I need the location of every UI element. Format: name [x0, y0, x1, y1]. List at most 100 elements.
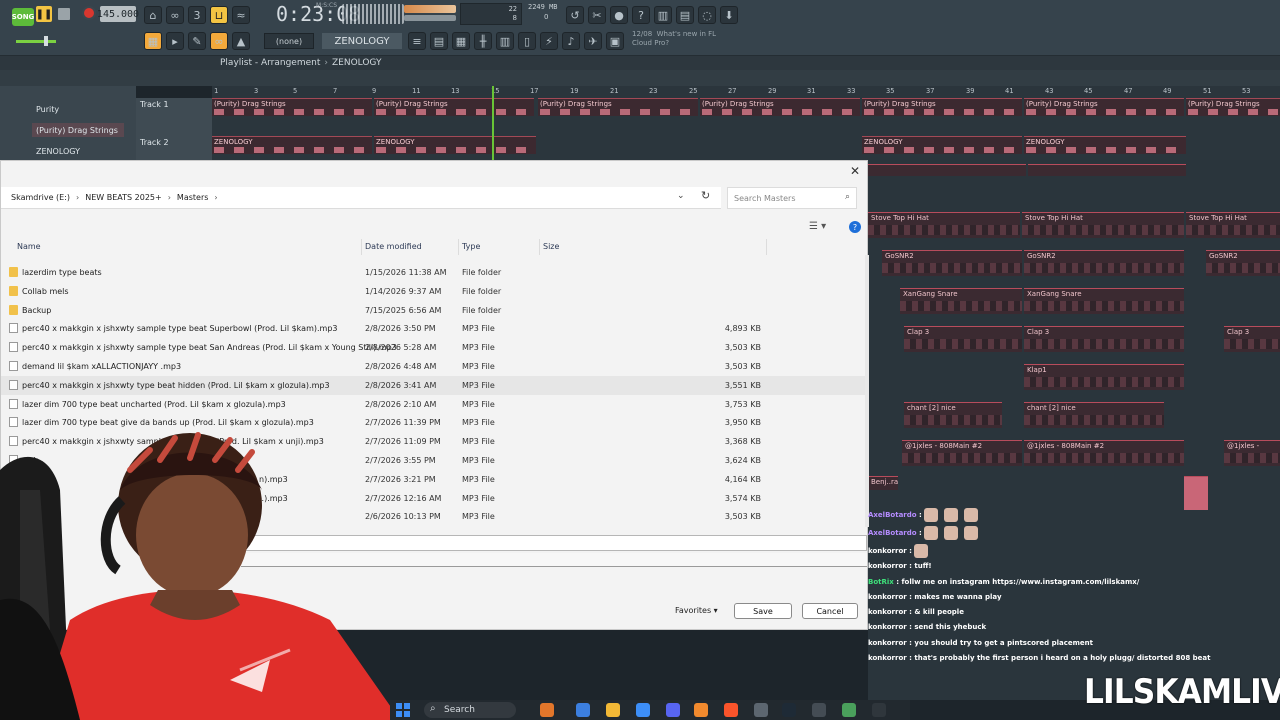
file-explorer-icon[interactable] [606, 703, 620, 717]
clip-klap1[interactable]: Klap1 [1024, 364, 1184, 390]
chat-username[interactable]: konkorror [868, 593, 907, 601]
clip-hihat[interactable]: Stove Top Hi Hat [1022, 212, 1184, 238]
brave-icon[interactable] [724, 703, 738, 717]
timeline-ruler[interactable]: 1 3 5 7 9 11 13 15 17 19 21 23 25 27 29 31 33 35 37 39 41 43 4… [212, 86, 1280, 98]
mic-icon[interactable]: ● [610, 6, 628, 24]
search-input[interactable]: Search Masters ⌕ [727, 187, 857, 209]
clip-808main[interactable]: @1jxles - 808Main #2 [902, 440, 1022, 466]
track-1-label[interactable]: Track 1 [140, 100, 169, 109]
clip-808main[interactable]: @1jxles - [1224, 440, 1280, 466]
settings-icon[interactable] [754, 703, 768, 717]
clip-drag-strings[interactable]: (Purity) Drag Strings [1024, 98, 1184, 116]
clip-zenology-lower[interactable] [868, 164, 1026, 176]
cut-icon[interactable]: ✂ [588, 6, 606, 24]
tune-icon[interactable]: ♪ [562, 32, 580, 50]
view-options-icon[interactable]: ☰ ▾ [809, 221, 826, 232]
chat-username[interactable]: konkorror [868, 639, 907, 647]
stop-button[interactable] [58, 8, 70, 20]
wait-icon[interactable]: ∞ [166, 6, 184, 24]
fl-studio-icon[interactable] [694, 703, 708, 717]
playhead[interactable] [492, 86, 494, 164]
app-icon[interactable] [872, 703, 886, 717]
chat-username[interactable]: konkorror [868, 623, 907, 631]
undo-icon[interactable]: ↺ [566, 6, 584, 24]
pencil-icon[interactable]: ✎ [188, 32, 206, 50]
play-button[interactable]: ❚❚ [36, 6, 52, 22]
file-row[interactable]: perc40 x makkgin x jshxwty sample type b… [1, 338, 865, 357]
clip-audio[interactable] [1184, 476, 1208, 510]
column-size[interactable]: Size [543, 242, 559, 251]
news-panel[interactable]: 12/08 What's new in FL Cloud Pro? [632, 30, 732, 48]
app-icon[interactable] [842, 703, 856, 717]
clip-drag-strings[interactable]: (Purity) Drag Strings [538, 98, 698, 116]
picker-item-zenology[interactable]: ZENOLOGY [32, 144, 124, 158]
file-row[interactable]: lazerdim type beats 1/15/2026 11:38 AM Fil… [1, 263, 865, 282]
clip-gosnr2[interactable]: GoSNR2 [882, 250, 1022, 276]
windows-start-icon[interactable] [396, 703, 410, 717]
file-row[interactable]: Collab mels 1/14/2026 9:37 AM File folder [1, 282, 865, 301]
clip-zenology-lower[interactable] [1028, 164, 1186, 176]
file-row[interactable]: Backup 7/15/2025 6:56 AM File folder [1, 301, 865, 320]
arrow-icon[interactable]: ▸ [166, 32, 184, 50]
browser-icon[interactable]: ▣ [606, 32, 624, 50]
track-2-label[interactable]: Track 2 [140, 138, 169, 147]
address-bar[interactable]: Skamdrive (E:) › NEW BEATS 2025+ › Maste… [1, 187, 721, 209]
metronome-icon[interactable]: ⌂ [144, 6, 162, 24]
column-date[interactable]: Date modified [365, 242, 422, 251]
plug-icon[interactable]: ⚡ [540, 32, 558, 50]
piano-roll-icon[interactable]: ▤ [430, 32, 448, 50]
playlist-tracks[interactable]: (Purity) Drag Strings (Purity) Drag Stri… [212, 98, 1280, 160]
chat-username[interactable]: BotRix [868, 578, 894, 586]
clip-drag-strings[interactable]: (Purity) Drag Strings [700, 98, 860, 116]
clip-clap3[interactable]: Clap 3 [904, 326, 1022, 352]
clip-drag-strings[interactable]: (Purity) Drag Strings [212, 98, 372, 116]
chat-username[interactable]: konkorror [868, 654, 907, 662]
breadcrumb-current[interactable]: Masters [177, 193, 209, 202]
file-list-scrollbar[interactable] [865, 255, 869, 527]
chat-username[interactable]: konkorror [868, 562, 907, 570]
typing-keyboard-icon[interactable]: ▦ [144, 32, 162, 50]
playlist-icon[interactable]: ≡ [408, 32, 426, 50]
file-row[interactable]: lazer dim 700 type beat uncharted (Prod.… [1, 395, 865, 414]
step-edit-icon[interactable]: ≈ [232, 6, 250, 24]
clip-drag-strings[interactable]: (Purity) Drag Strings [374, 98, 534, 116]
steam-icon[interactable] [782, 703, 796, 717]
discord-icon[interactable] [666, 703, 680, 717]
clip-hihat[interactable]: Stove Top Hi Hat [1186, 212, 1280, 238]
file-row[interactable]: demand lil $kam xALLACTIONJAYY .mp3 2/8/2… [1, 357, 865, 376]
record-button[interactable] [82, 6, 96, 20]
app-icon[interactable] [540, 703, 554, 717]
copilot-icon[interactable] [576, 703, 590, 717]
tempo-display[interactable]: 145.000 [97, 6, 139, 22]
close-icon[interactable]: ✕ [847, 163, 863, 179]
song-mode-toggle[interactable]: SONG [12, 8, 34, 26]
master-volume-knob[interactable] [44, 36, 48, 46]
save-button[interactable]: Save [734, 603, 792, 619]
clip-clap3[interactable]: Clap 3 [1224, 326, 1280, 352]
help-icon[interactable]: ? [632, 6, 650, 24]
download-icon[interactable]: ⬇ [720, 6, 738, 24]
file-icon[interactable]: ▯ [518, 32, 536, 50]
chat-icon[interactable]: ◌ [698, 6, 716, 24]
clip-drag-strings[interactable]: (Purity) Drag Strings [862, 98, 1022, 116]
clip-clap3[interactable]: Clap 3 [1024, 326, 1184, 352]
clip-drag-strings[interactable]: (Purity) Drag Strings [1186, 98, 1280, 116]
taskbar-search[interactable]: ⌕ Search [424, 702, 516, 718]
grid-icon[interactable]: ▦ [452, 32, 470, 50]
column-type[interactable]: Type [462, 242, 480, 251]
clip-chant[interactable]: chant [2] nice [904, 402, 1002, 428]
mixer-view-icon[interactable]: ╫ [474, 32, 492, 50]
countdown-icon[interactable]: 3 [188, 6, 206, 24]
chat-username[interactable]: konkorror [868, 547, 907, 555]
clip-xangang-snare[interactable]: XanGang Snare [1024, 288, 1184, 314]
project-name[interactable]: ZENOLOGY [322, 33, 402, 49]
clip-chant[interactable]: chant [2] nice [1024, 402, 1164, 428]
pattern-selector[interactable]: (none) [264, 33, 314, 49]
help-icon[interactable]: ? [849, 221, 861, 233]
mixer-icon[interactable]: ▥ [654, 6, 672, 24]
picker-item-drag-strings[interactable]: (Purity) Drag Strings [32, 123, 124, 137]
clip-xangang-snare[interactable]: XanGang Snare [900, 288, 1022, 314]
clip-zenology[interactable]: ZENOLOGY [1024, 136, 1186, 154]
breadcrumb-folder[interactable]: NEW BEATS 2025+ [85, 193, 161, 202]
clip-zenology[interactable]: ZENOLOGY [212, 136, 372, 154]
